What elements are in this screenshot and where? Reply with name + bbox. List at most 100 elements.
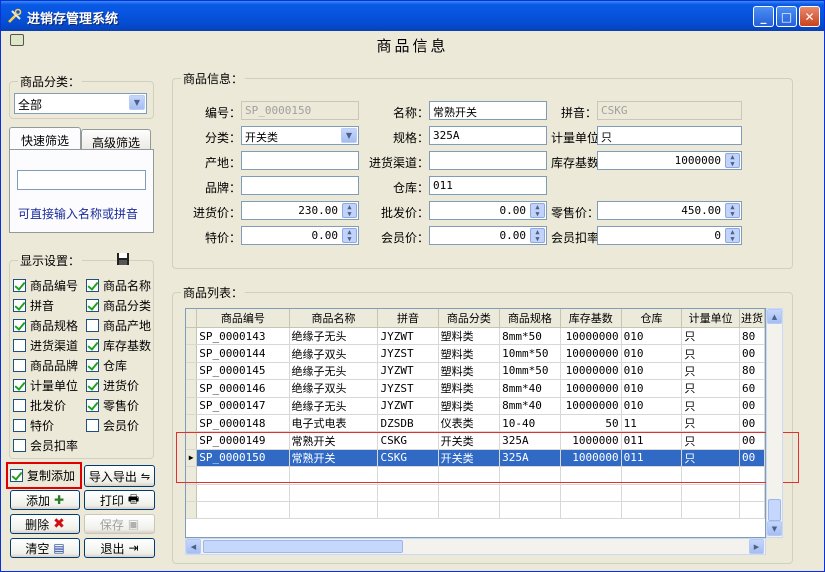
display-setting-checkbox[interactable]: 商品名称 xyxy=(86,277,151,294)
table-cell[interactable]: 010 xyxy=(621,397,683,415)
display-setting-checkbox[interactable]: 批发价 xyxy=(13,397,66,414)
scroll-right-icon[interactable]: ▶ xyxy=(749,539,764,554)
table-cell[interactable]: 80 xyxy=(739,362,765,381)
table-cell[interactable] xyxy=(377,501,439,520)
name-field[interactable]: 常熟开关 xyxy=(429,101,547,120)
product-grid[interactable]: 商品编号 商品名称 拼音 商品分类 商品规格 库存基数 仓库 计量单位 进货 SP_000014… xyxy=(185,308,766,538)
table-cell[interactable]: SP_0000146 xyxy=(196,379,290,398)
quick-filter-input[interactable] xyxy=(17,170,146,190)
table-cell[interactable]: 10000000 xyxy=(560,344,622,363)
table-cell[interactable] xyxy=(739,501,765,520)
table-cell[interactable]: SP_0000145 xyxy=(196,362,290,381)
column-header[interactable]: 商品名称 xyxy=(289,309,379,328)
scroll-left-icon[interactable]: ◀ xyxy=(186,539,201,554)
display-setting-checkbox[interactable]: 计量单位 xyxy=(13,377,78,394)
table-cell[interactable]: 10mm*50 xyxy=(499,362,561,381)
category-select[interactable]: 全部 ▼ xyxy=(14,93,147,114)
display-setting-checkbox[interactable]: 仓库 xyxy=(86,357,127,374)
vertical-scrollbar[interactable]: ▲ ▼ xyxy=(766,308,783,538)
table-cell[interactable]: SP_0000144 xyxy=(196,344,290,363)
table-cell[interactable]: 塑料类 xyxy=(438,327,501,346)
column-header[interactable]: 仓库 xyxy=(621,309,683,328)
row-indicator[interactable] xyxy=(186,414,198,433)
warehouse-field[interactable]: 011 xyxy=(429,176,547,195)
horizontal-scroll-thumb[interactable] xyxy=(203,540,403,553)
table-cell[interactable]: 塑料类 xyxy=(438,397,501,415)
column-header[interactable]: 计量单位 xyxy=(681,309,740,328)
table-cell[interactable] xyxy=(621,501,683,520)
table-cell[interactable] xyxy=(560,501,622,520)
column-header[interactable]: 拼音 xyxy=(377,309,439,328)
special-price-field[interactable]: 0.00 ▲ ▼ xyxy=(241,226,359,245)
table-cell[interactable]: 010 xyxy=(621,362,683,381)
table-cell[interactable]: 010 xyxy=(621,344,683,363)
spinner-icon[interactable]: ▲ ▼ xyxy=(725,203,740,218)
tab-advanced-filter[interactable]: 高级筛选 xyxy=(81,129,151,150)
table-cell[interactable] xyxy=(739,484,765,502)
table-cell[interactable]: JYZWT xyxy=(377,327,439,346)
exit-button[interactable]: 退出 ⇥ xyxy=(84,538,155,558)
row-indicator[interactable] xyxy=(186,501,198,520)
stock-field[interactable]: 1000000 ▲ ▼ xyxy=(597,151,742,170)
save-button[interactable]: 保存 ▣ xyxy=(84,514,155,534)
table-cell[interactable] xyxy=(681,501,740,520)
table-cell[interactable]: JYZWT xyxy=(377,397,439,415)
table-cell[interactable] xyxy=(289,484,379,502)
purchase-price-field[interactable]: 230.00 ▲ ▼ xyxy=(241,201,359,220)
retail-price-field[interactable]: 450.00 ▲ ▼ xyxy=(597,201,742,220)
table-cell[interactable] xyxy=(560,484,622,502)
table-cell[interactable]: 00 xyxy=(739,344,765,363)
table-cell[interactable]: 80 xyxy=(739,327,765,346)
display-setting-checkbox[interactable]: 商品编号 xyxy=(13,277,78,294)
add-button[interactable]: 添加 ✚ xyxy=(10,490,80,510)
table-cell[interactable] xyxy=(196,501,290,520)
table-cell[interactable] xyxy=(377,484,439,502)
chevron-down-icon[interactable]: ▼ xyxy=(341,128,357,143)
table-cell[interactable]: 绝缘子无头 xyxy=(289,397,379,415)
spinner-icon[interactable]: ▲ ▼ xyxy=(342,203,357,218)
table-cell[interactable]: 仪表类 xyxy=(438,414,501,433)
unit-field[interactable]: 只 xyxy=(597,126,742,145)
display-setting-checkbox[interactable]: 商品分类 xyxy=(86,297,151,314)
table-cell[interactable]: 010 xyxy=(621,327,683,346)
column-header[interactable]: 商品编号 xyxy=(196,309,290,328)
minimize-button[interactable]: _ xyxy=(753,6,774,27)
category-field[interactable]: 开关类 ▼ xyxy=(241,126,359,145)
column-header[interactable]: 进货 xyxy=(739,309,765,328)
save-settings-icon[interactable] xyxy=(116,252,130,266)
chevron-down-icon[interactable]: ▼ xyxy=(129,95,145,110)
member-price-field[interactable]: 0.00 ▲ ▼ xyxy=(429,226,547,245)
display-setting-checkbox[interactable]: 会员扣率 xyxy=(13,437,78,454)
table-cell[interactable] xyxy=(438,501,501,520)
table-cell[interactable]: 50 xyxy=(560,414,622,433)
table-cell[interactable]: 10-40 xyxy=(499,414,561,433)
spinner-icon[interactable]: ▲ ▼ xyxy=(342,228,357,243)
display-setting-checkbox[interactable]: 进货渠道 xyxy=(13,337,78,354)
maximize-button[interactable]: □ xyxy=(776,6,797,27)
vertical-scroll-thumb[interactable] xyxy=(768,499,781,521)
wholesale-price-field[interactable]: 0.00 ▲ ▼ xyxy=(429,201,547,220)
table-cell[interactable]: 10000000 xyxy=(560,397,622,415)
brand-field[interactable] xyxy=(241,176,359,195)
display-setting-checkbox[interactable]: 商品产地 xyxy=(86,317,151,334)
table-cell[interactable]: 00 xyxy=(739,414,765,433)
table-cell[interactable]: JYZST xyxy=(377,344,439,363)
table-cell[interactable]: 10mm*50 xyxy=(499,344,561,363)
table-cell[interactable]: 11 xyxy=(621,414,683,433)
display-setting-checkbox[interactable]: 进货价 xyxy=(86,377,139,394)
import-export-button[interactable]: 导入导出 ⇋ xyxy=(84,465,155,487)
table-cell[interactable]: 10000000 xyxy=(560,327,622,346)
spinner-icon[interactable]: ▲ ▼ xyxy=(725,228,740,243)
table-row[interactable] xyxy=(186,501,765,520)
origin-field[interactable] xyxy=(241,151,359,170)
display-setting-checkbox[interactable]: 商品规格 xyxy=(13,317,78,334)
table-cell[interactable]: 只 xyxy=(681,397,740,415)
table-cell[interactable]: DZSDB xyxy=(377,414,439,433)
table-row[interactable]: SP_0000148 电子式电表 DZSDB 仪表类 10-40 50 11 只 00 xyxy=(186,414,765,433)
display-setting-checkbox[interactable]: 特价 xyxy=(13,417,54,434)
table-cell[interactable]: 只 xyxy=(681,344,740,363)
table-cell[interactable] xyxy=(621,484,683,502)
table-cell[interactable]: 只 xyxy=(681,327,740,346)
pinyin-field[interactable]: CSKG xyxy=(597,101,742,120)
column-header[interactable]: 商品规格 xyxy=(499,309,561,328)
